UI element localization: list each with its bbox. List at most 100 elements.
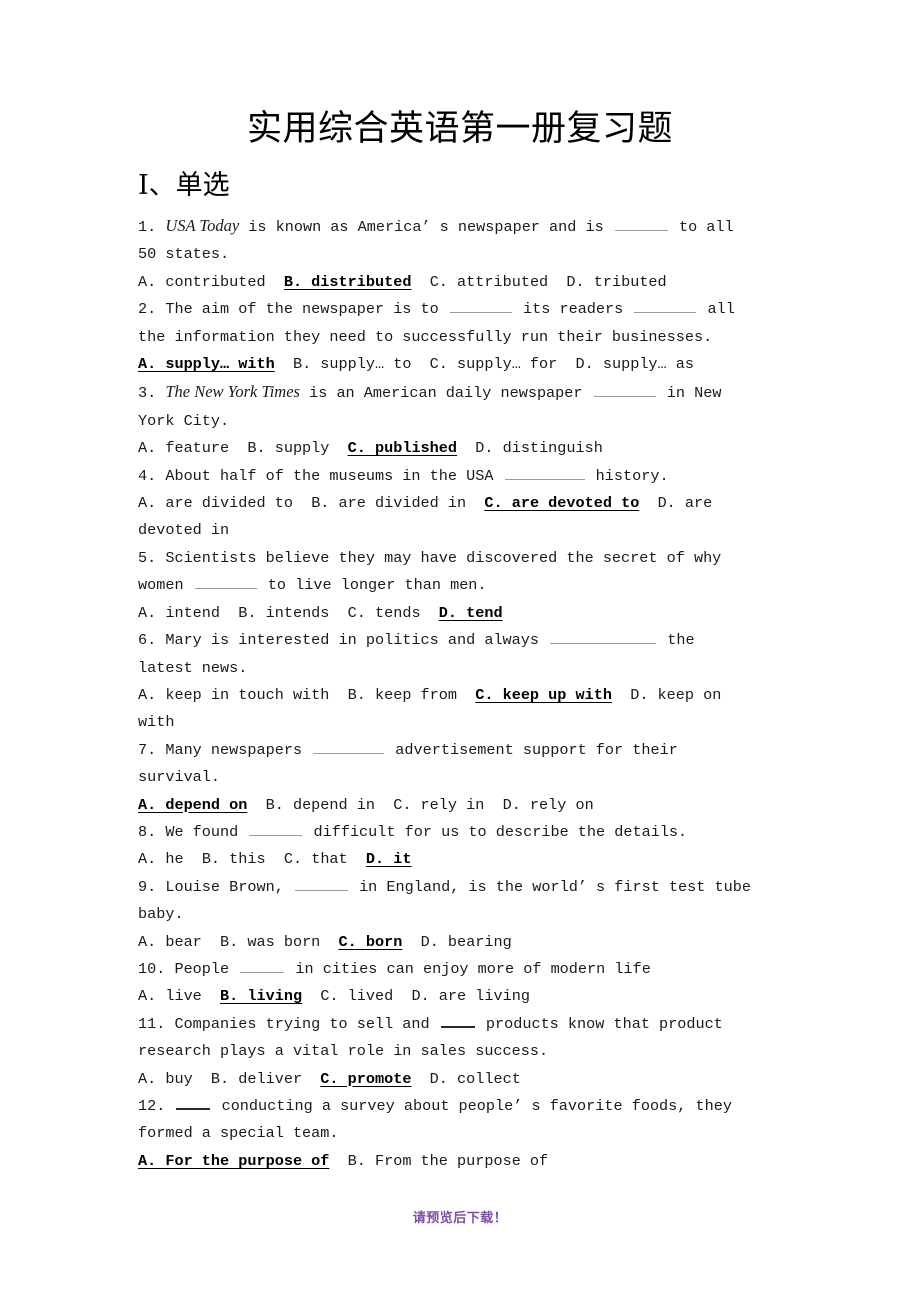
question-7-options: A. depend on B. depend in C. rely in D. … — [138, 792, 786, 819]
question-1-stem-cont: 50 states. — [138, 245, 230, 264]
q8-blank — [249, 822, 303, 836]
q3-option-a[interactable]: A. feature — [138, 439, 229, 457]
question-9-options: A. bear B. was born C. born D. bearing — [138, 929, 786, 956]
question-4-options: A. are divided to B. are divided in C. a… — [138, 490, 786, 517]
q4-text-b: history. — [586, 466, 669, 485]
q10-blank — [240, 959, 285, 973]
q11-option-d[interactable]: D. collect — [430, 1070, 521, 1088]
page-title: 实用综合英语第一册复习题 — [246, 109, 673, 148]
q4-option-a[interactable]: A. are divided to — [138, 494, 293, 512]
q8-option-a[interactable]: A. he — [138, 850, 184, 868]
q1-option-a[interactable]: A. contributed — [138, 273, 266, 291]
question-4-options-cont[interactable]: devoted in — [138, 517, 786, 544]
question-5-stem: 5. Scientists believe they may have disc… — [138, 548, 722, 567]
q5-text-a: women — [138, 576, 193, 595]
question-6-options-cont[interactable]: with — [138, 709, 786, 736]
q9-option-d[interactable]: D. bearing — [421, 933, 512, 951]
question-6-stem: 6. Mary is interested in politics and al… — [138, 627, 786, 654]
q3-option-b[interactable]: B. supply — [247, 439, 329, 457]
q11-option-c[interactable]: C. promote — [320, 1070, 411, 1088]
q2-option-d[interactable]: D. supply… as — [576, 355, 694, 373]
q3-text-b: in New — [657, 384, 722, 403]
q1-option-d[interactable]: D. tributed — [566, 273, 666, 291]
q3-number: 3. — [138, 384, 166, 403]
q7-text-b: advertisement support for their — [386, 740, 678, 759]
q1-option-c[interactable]: C. attributed — [430, 273, 548, 291]
q12-option-b[interactable]: B. From the purpose of — [348, 1152, 549, 1170]
q8-option-d[interactable]: D. it — [366, 850, 412, 868]
q3-text-a: is an American daily newspaper — [299, 384, 592, 403]
q9-text-a: 9. Louise Brown, — [138, 877, 293, 896]
q9-option-b[interactable]: B. was born — [220, 933, 320, 951]
question-12-stem-cont: formed a special team. — [138, 1124, 339, 1143]
q10-option-b[interactable]: B. living — [220, 987, 302, 1005]
q7-option-d[interactable]: D. rely on — [503, 796, 594, 814]
q3-option-d[interactable]: D. distinguish — [475, 439, 603, 457]
q2-text-b: its readers — [513, 300, 633, 319]
q1-italic-title: USA Today — [165, 216, 240, 235]
q11-option-a[interactable]: A. buy — [138, 1070, 193, 1088]
question-7-stem: 7. Many newspapers advertisement support… — [138, 737, 786, 764]
q2-blank-2 — [634, 299, 697, 314]
q4-option-d[interactable]: D. are — [658, 494, 713, 512]
q2-option-b[interactable]: B. supply… to — [293, 355, 411, 373]
q1-text-b: to all — [669, 218, 734, 236]
question-6-stem-cont: latest news. — [138, 658, 248, 677]
q4-option-c[interactable]: C. are devoted to — [484, 494, 639, 512]
q7-option-a[interactable]: A. depend on — [138, 796, 247, 814]
question-12-options: A. For the purpose of B. From the purpos… — [138, 1148, 786, 1175]
q6-option-c[interactable]: C. keep up with — [475, 686, 612, 704]
question-11-stem: 11. Companies trying to sell and product… — [138, 1011, 786, 1038]
document-page: 实用综合英语第一册复习题 Ⅰ、单选 1. USA Today is known … — [0, 0, 920, 1302]
q8-option-b[interactable]: B. this — [202, 850, 266, 868]
q12-option-a[interactable]: A. For the purpose of — [138, 1152, 329, 1170]
q5-option-d[interactable]: D. tend — [439, 604, 503, 622]
question-8-options: A. he B. this C. that D. it — [138, 846, 786, 873]
question-2-stem: 2. The aim of the newspaper is to its re… — [138, 296, 786, 323]
question-8-stem: 8. We found difficult for us to describe… — [138, 819, 786, 846]
q11-option-b[interactable]: B. deliver — [211, 1070, 302, 1088]
q7-option-b[interactable]: B. depend in — [266, 796, 375, 814]
q1-number: 1. — [138, 218, 166, 236]
q9-blank — [294, 877, 348, 891]
q4-text-a: 4. About half of the museums in the USA — [138, 466, 503, 485]
q3-option-c[interactable]: C. published — [348, 439, 457, 457]
question-9-stem: 9. Louise Brown, in England, is the worl… — [138, 874, 786, 901]
q7-option-c[interactable]: C. rely in — [393, 796, 484, 814]
q11-text-a: 11. Companies trying to sell and — [138, 1014, 439, 1033]
q5-option-c[interactable]: C. tends — [348, 604, 421, 622]
question-7-stem-cont: survival. — [138, 768, 221, 787]
q7-blank — [313, 740, 385, 754]
q6-option-d[interactable]: D. keep on — [630, 686, 721, 704]
section-heading-single-choice: Ⅰ、单选 — [138, 170, 230, 200]
q12-text-a: conducting a survey about people’ s favo… — [212, 1097, 732, 1115]
question-12-stem: 12. conducting a survey about people’ s … — [138, 1093, 786, 1120]
q6-text-a: 6. Mary is interested in politics and al… — [138, 631, 549, 650]
q10-text-b: in cities can enjoy more of modern life — [286, 959, 651, 978]
q5-option-a[interactable]: A. intend — [138, 604, 220, 622]
q8-option-c[interactable]: C. that — [284, 850, 348, 868]
footer-watermark-note: 请预览后下载！ — [412, 1210, 508, 1225]
q10-option-d[interactable]: D. are living — [411, 987, 529, 1005]
q8-text-a: 8. We found — [138, 822, 248, 841]
q6-option-a[interactable]: A. keep in touch with — [138, 686, 329, 704]
q7-text-a: 7. Many newspapers — [138, 740, 312, 759]
q9-option-a[interactable]: A. bear — [138, 933, 202, 951]
question-5-stem-cont: women to live longer than men. — [138, 572, 786, 599]
q6-blank — [550, 630, 657, 645]
q5-blank — [194, 575, 257, 590]
q9-option-c[interactable]: C. born — [339, 933, 403, 951]
q4-option-b[interactable]: B. are divided in — [311, 494, 466, 512]
q2-option-c[interactable]: C. supply… for — [430, 355, 558, 373]
q10-option-a[interactable]: A. live — [138, 987, 202, 1005]
q6-option-b[interactable]: B. keep from — [348, 686, 457, 704]
q10-option-c[interactable]: C. lived — [320, 987, 393, 1005]
q1-option-b[interactable]: B. distributed — [284, 273, 412, 291]
q12-number: 12. — [138, 1097, 175, 1115]
question-3-stem: 3. The New York Times is an American dai… — [138, 378, 786, 407]
q3-blank — [593, 383, 656, 398]
question-2-options: A. supply… with B. supply… to C. supply…… — [138, 351, 786, 378]
q2-option-a[interactable]: A. supply… with — [138, 355, 275, 373]
q2-text-a: 2. The aim of the newspaper is to — [138, 300, 448, 319]
q5-option-b[interactable]: B. intends — [238, 604, 329, 622]
